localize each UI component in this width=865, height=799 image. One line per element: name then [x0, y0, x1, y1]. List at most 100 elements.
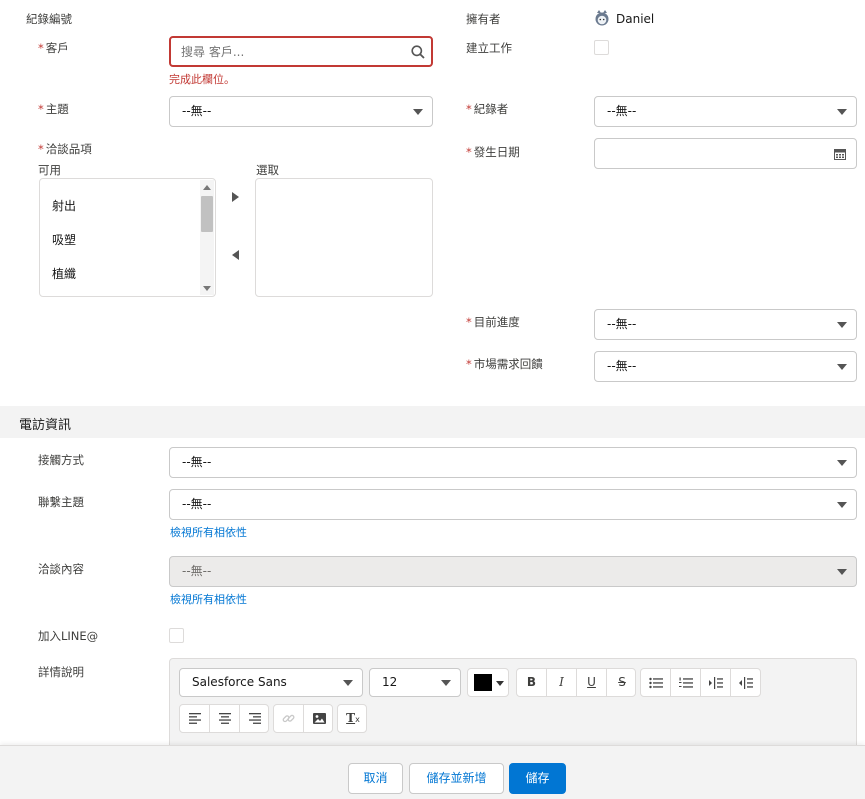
chevron-down-icon: [343, 680, 353, 686]
progress-select[interactable]: --無--: [594, 309, 857, 340]
available-listbox[interactable]: 射出 吸塑 植纖: [39, 178, 216, 297]
subject-select[interactable]: --無--: [169, 96, 433, 127]
chevron-down-icon: [496, 681, 504, 686]
recorder-label-wrap: * 紀錄者: [466, 101, 508, 117]
align-center-icon[interactable]: [210, 705, 240, 732]
link-icon: [274, 705, 304, 732]
products-label: 洽談品項: [45, 142, 92, 156]
recorder-label: 紀錄者: [473, 102, 509, 116]
chevron-down-icon: [837, 460, 847, 466]
subject-label-wrap: * 主題: [38, 101, 69, 117]
chevron-down-icon: [837, 502, 847, 508]
bold-icon[interactable]: B: [517, 669, 547, 696]
save-and-new-button[interactable]: 儲存並新增: [409, 763, 504, 794]
recorder-select[interactable]: --無--: [594, 96, 857, 127]
text-color-picker[interactable]: [467, 668, 509, 697]
font-size-select[interactable]: 12: [369, 668, 461, 697]
outdent-icon[interactable]: [731, 669, 761, 696]
font-family-select[interactable]: Salesforce Sans: [179, 668, 363, 697]
section-title: 電訪資訊: [19, 418, 72, 433]
date-input[interactable]: [594, 138, 857, 169]
font-size-value: 12: [382, 675, 398, 689]
chevron-down-icon: [837, 322, 847, 328]
market-label-wrap: * 市場需求回饋: [466, 356, 543, 372]
insert-button-group: [273, 704, 333, 733]
search-icon[interactable]: [411, 45, 425, 59]
details-label: 詳情說明: [38, 665, 84, 679]
selected-listbox[interactable]: [255, 178, 433, 297]
customer-search-field[interactable]: [169, 36, 433, 67]
customer-label-wrap: * 客戶: [38, 40, 69, 56]
required-asterisk: *: [466, 357, 472, 371]
rich-text-editor[interactable]: Salesforce Sans 12 B I U S Tx: [169, 658, 857, 758]
list-item[interactable]: 射出: [52, 197, 76, 214]
progress-label: 目前進度: [473, 315, 520, 329]
products-label-wrap: * 洽談品項: [38, 141, 92, 157]
record-no-label: 紀錄編號: [26, 12, 72, 26]
required-asterisk: *: [466, 145, 472, 159]
save-button[interactable]: 儲存: [509, 763, 566, 794]
indent-icon[interactable]: [701, 669, 731, 696]
content-select: --無--: [169, 556, 857, 587]
contact-method-label: 接觸方式: [38, 453, 84, 467]
move-left-icon[interactable]: [232, 250, 239, 260]
customer-label: 客戶: [45, 41, 69, 55]
progress-value: --無--: [607, 317, 637, 331]
subject-label: 主題: [45, 102, 69, 116]
recorder-value: --無--: [607, 104, 637, 118]
list-item[interactable]: 植纖: [52, 265, 76, 282]
chevron-down-icon: [441, 680, 451, 686]
avatar: [595, 10, 609, 26]
create-task-checkbox[interactable]: [594, 40, 609, 55]
selected-label: 選取: [256, 163, 279, 177]
font-family-value: Salesforce Sans: [192, 675, 287, 689]
view-dependencies-link[interactable]: 檢視所有相依性: [170, 591, 247, 607]
contact-method-value: --無--: [182, 455, 212, 469]
underline-icon[interactable]: U: [577, 669, 607, 696]
required-asterisk: *: [466, 315, 472, 329]
italic-icon[interactable]: I: [547, 669, 577, 696]
content-value: --無--: [182, 564, 212, 578]
chevron-down-icon: [837, 364, 847, 370]
image-icon[interactable]: [304, 705, 334, 732]
scroll-up-icon[interactable]: [203, 185, 211, 190]
clear-formatting-icon[interactable]: Tx: [338, 705, 368, 732]
required-asterisk: *: [38, 142, 44, 156]
contact-topic-select[interactable]: --無--: [169, 489, 857, 520]
required-asterisk: *: [466, 102, 472, 116]
date-label: 發生日期: [473, 145, 520, 159]
content-label: 洽談內容: [38, 562, 84, 576]
clear-format-group: Tx: [337, 704, 367, 733]
move-right-icon[interactable]: [232, 192, 239, 202]
align-button-group: [179, 704, 269, 733]
color-swatch: [474, 674, 492, 691]
section-header[interactable]: 電訪資訊: [0, 406, 865, 438]
chevron-down-icon: [837, 109, 847, 115]
available-label: 可用: [38, 163, 61, 177]
list-item[interactable]: 吸塑: [52, 231, 76, 248]
numbered-list-icon[interactable]: [671, 669, 701, 696]
customer-search-input[interactable]: [181, 43, 401, 61]
align-right-icon[interactable]: [240, 705, 270, 732]
cancel-button[interactable]: 取消: [348, 763, 403, 794]
market-label: 市場需求回饋: [473, 357, 543, 371]
scrollbar-thumb[interactable]: [201, 196, 213, 232]
contact-topic-label: 聯繫主題: [38, 495, 84, 509]
view-dependencies-link[interactable]: 檢視所有相依性: [170, 524, 247, 540]
scroll-down-icon[interactable]: [203, 286, 211, 291]
line-checkbox[interactable]: [169, 628, 184, 643]
calendar-icon[interactable]: [834, 148, 846, 160]
align-left-icon[interactable]: [180, 705, 210, 732]
scrollbar[interactable]: [200, 180, 214, 295]
customer-error-text: 完成此欄位。: [169, 73, 235, 86]
subject-value: --無--: [182, 104, 212, 118]
strikethrough-icon[interactable]: S: [607, 669, 637, 696]
required-asterisk: *: [38, 102, 44, 116]
required-asterisk: *: [38, 41, 44, 55]
contact-topic-value: --無--: [182, 497, 212, 511]
contact-method-select[interactable]: --無--: [169, 447, 857, 478]
bullet-list-icon[interactable]: [641, 669, 671, 696]
market-select[interactable]: --無--: [594, 351, 857, 382]
owner-name[interactable]: Daniel: [616, 12, 654, 26]
market-value: --無--: [607, 359, 637, 373]
